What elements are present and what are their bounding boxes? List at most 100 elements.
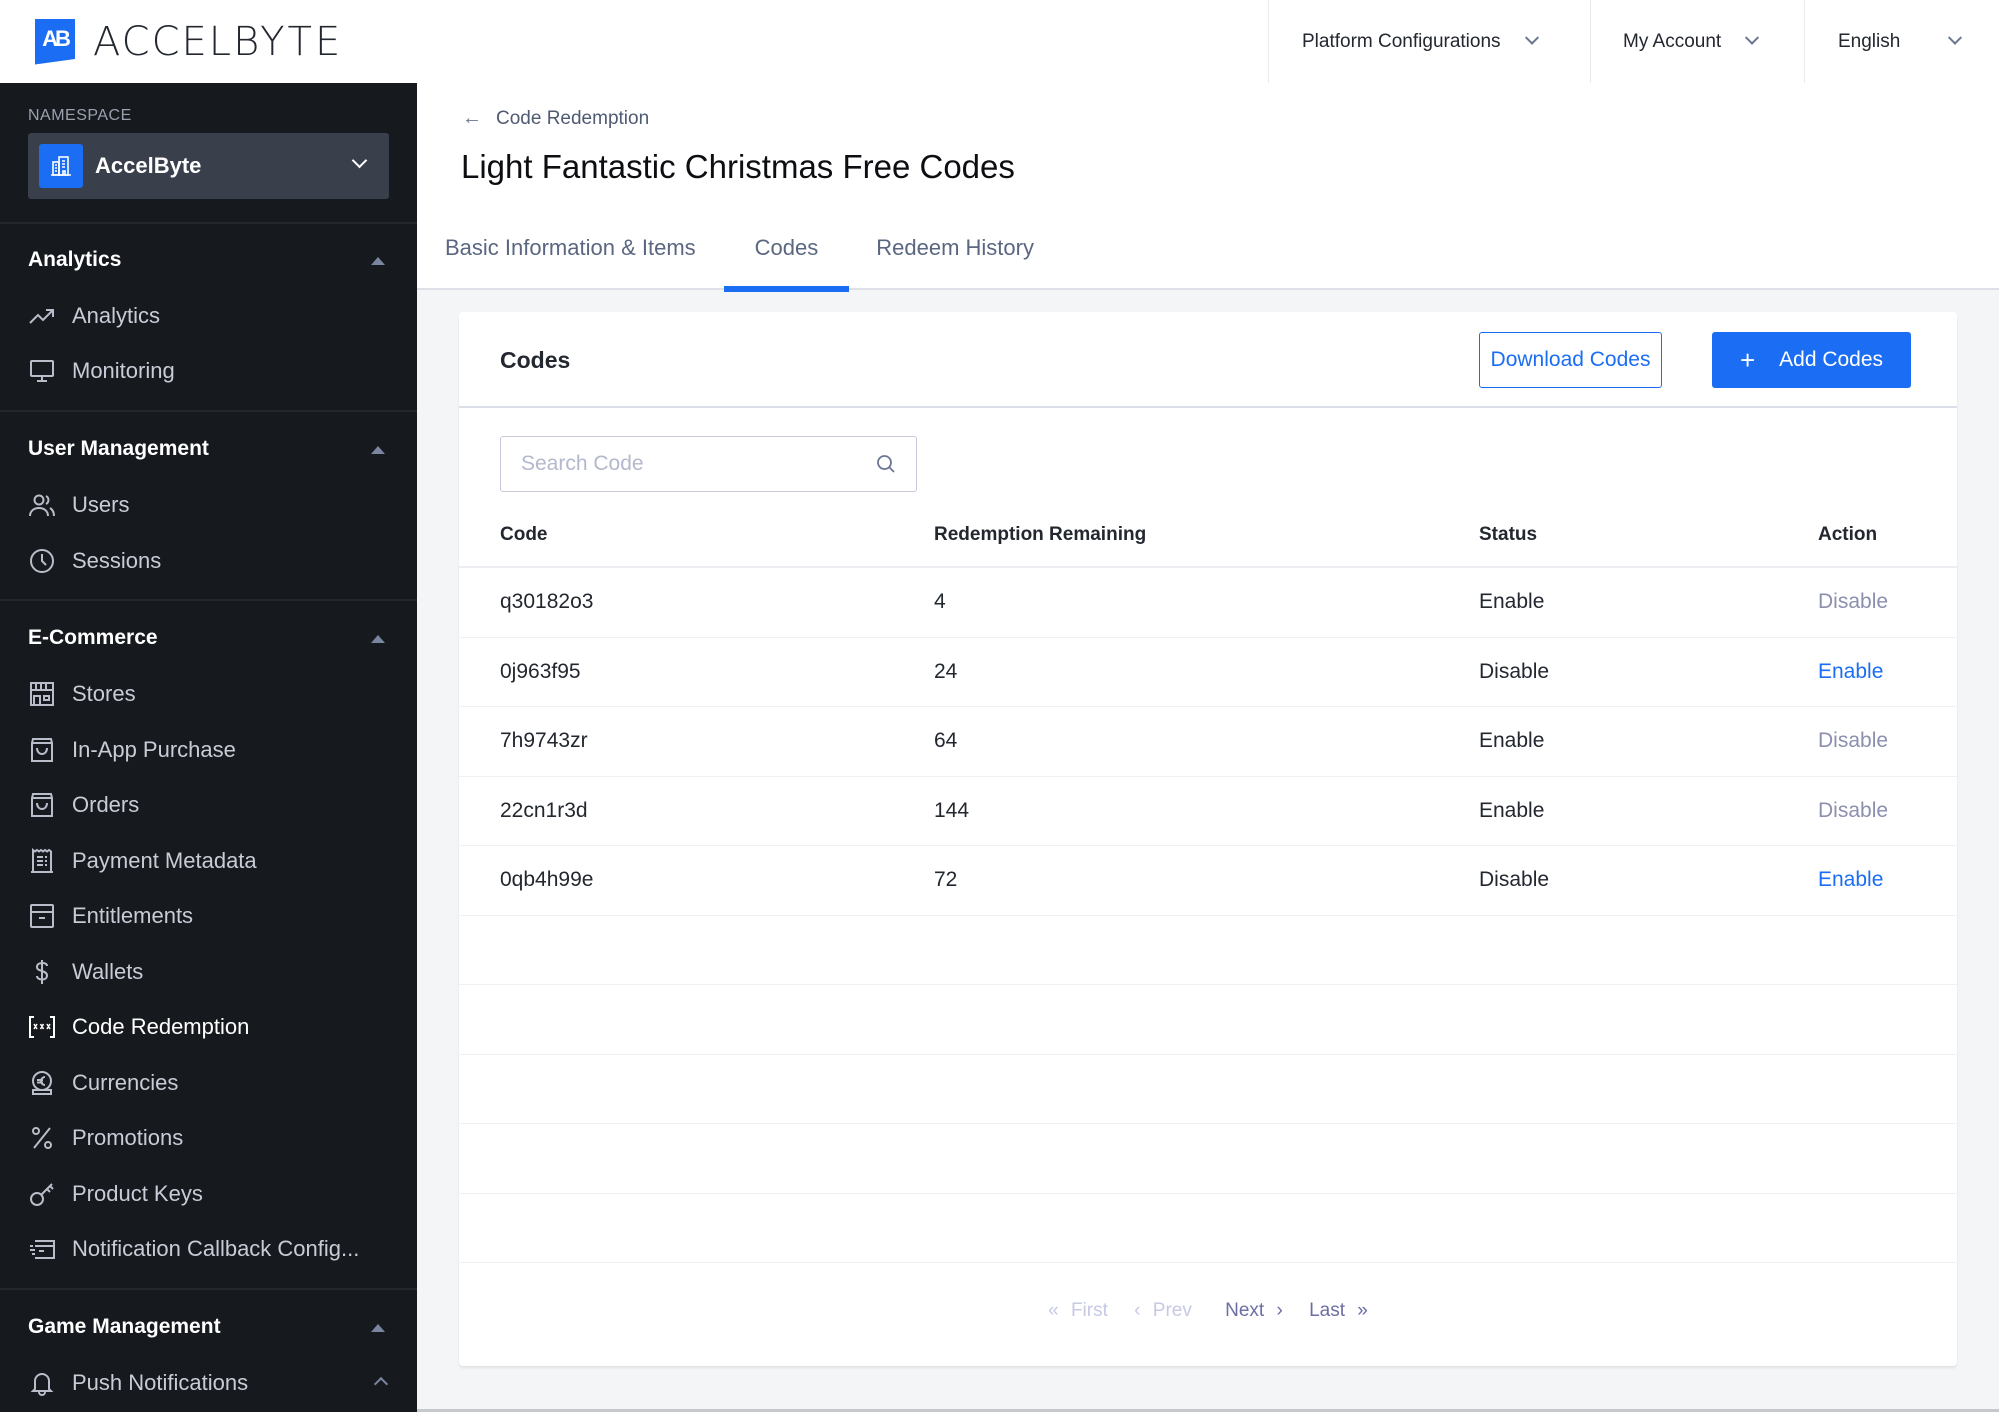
sidebar-divider — [0, 1288, 417, 1290]
sidebar-item-label: Monitoring — [72, 358, 175, 383]
tab-basic-information[interactable]: Basic Information & Items — [445, 223, 724, 290]
key-icon — [28, 1180, 56, 1208]
sidebar-item-wallets[interactable]: Wallets — [28, 952, 398, 992]
sidebar-item-label: Push Notifications — [72, 1370, 249, 1395]
cell-status: Disable — [1479, 868, 1550, 891]
cell-code: 22cn1r3d — [500, 798, 588, 822]
enable-action[interactable]: Enable — [1818, 868, 1883, 892]
namespace-select[interactable]: AccelByte — [28, 133, 389, 199]
store-icon — [28, 680, 56, 708]
cell-status: Enable — [1479, 729, 1545, 752]
plus-icon: + — [1739, 344, 1756, 375]
disable-action[interactable]: Disable — [1818, 799, 1888, 823]
last-page-button[interactable]: Last » — [1302, 1300, 1368, 1321]
sidebar-item-stores[interactable]: Stores — [28, 674, 398, 714]
sidebar-divider — [0, 599, 417, 601]
cell-status: Disable — [1479, 659, 1550, 683]
sidebar-item-sessions[interactable]: Sessions — [28, 541, 398, 581]
cell-remaining: 72 — [934, 868, 958, 891]
tab-codes[interactable]: Codes — [723, 223, 850, 292]
caret-up-icon[interactable] — [371, 446, 385, 454]
platform-configurations-menu[interactable]: Platform Configurations — [1268, 0, 1590, 83]
my-account-menu[interactable]: My Account — [1590, 0, 1804, 83]
card-header: Codes Download Codes + Add Codes — [459, 312, 1957, 408]
bell-icon — [28, 1369, 56, 1397]
cell-code: q30182o3 — [500, 590, 594, 613]
caret-up-icon[interactable] — [371, 1324, 385, 1332]
table-header: Code Redemption Remaining Status Action — [459, 502, 1957, 568]
cell-remaining: 24 — [934, 659, 958, 683]
accelbyte-logo[interactable]: AB ACCELBYTE — [35, 18, 343, 65]
euro-coin-icon — [28, 1069, 56, 1097]
last-label: Last — [1309, 1300, 1346, 1321]
codes-card: Codes Download Codes + Add Codes Code Re… — [459, 312, 1957, 1366]
empty-row — [459, 1124, 1957, 1194]
sidebar-item-label: Orders — [72, 792, 140, 817]
sidebar-item-label: Stores — [72, 681, 136, 706]
table-row: 0qb4h99e 72 Disable Enable — [459, 846, 1957, 916]
breadcrumb-label: Code Redemption — [496, 107, 650, 129]
sidebar-item-label: Promotions — [72, 1125, 184, 1150]
prev-page-button[interactable]: ‹ Prev — [1134, 1300, 1199, 1321]
next-page-button[interactable]: Next › — [1218, 1300, 1283, 1321]
sidebar: NAMESPACE AccelByte Analytics Analytics … — [0, 83, 417, 1412]
caret-up-icon[interactable] — [371, 257, 385, 265]
disable-action[interactable]: Disable — [1818, 729, 1888, 753]
percent-icon — [28, 1124, 56, 1152]
sidebar-item-entitlements[interactable]: Entitlements — [28, 896, 398, 936]
section-game-management[interactable]: Game Management — [28, 1315, 221, 1339]
sidebar-item-product-keys[interactable]: Product Keys — [28, 1174, 398, 1214]
callback-card-icon — [28, 1235, 56, 1263]
chevron-up-icon[interactable] — [373, 1376, 389, 1392]
arrow-left-icon: ← — [462, 107, 482, 129]
first-page-button[interactable]: « First — [1048, 1300, 1115, 1321]
caret-up-icon[interactable] — [371, 635, 385, 643]
sidebar-item-payment-metadata[interactable]: Payment Metadata — [28, 841, 398, 881]
download-codes-button[interactable]: Download Codes — [1479, 332, 1662, 388]
tab-redeem-history[interactable]: Redeem History — [849, 223, 1061, 290]
sidebar-item-users[interactable]: Users — [28, 485, 398, 525]
language-menu[interactable]: English — [1804, 0, 1999, 83]
sidebar-item-promotions[interactable]: Promotions — [28, 1118, 398, 1158]
chevron-down-icon — [1524, 30, 1539, 45]
cell-status: Enable — [1479, 798, 1545, 822]
sidebar-item-label: Analytics — [72, 303, 161, 328]
chevron-down-icon — [1948, 30, 1963, 45]
disable-action[interactable]: Disable — [1818, 590, 1888, 614]
trend-up-icon — [28, 302, 56, 330]
card-title: Codes — [500, 347, 571, 373]
sidebar-item-push-notifications[interactable]: Push Notifications — [28, 1363, 398, 1403]
column-header-redemption-remaining: Redemption Remaining — [934, 524, 1147, 545]
logo-text-accel: ACCEL — [93, 18, 234, 65]
sidebar-item-label: Payment Metadata — [72, 848, 257, 873]
section-user-management[interactable]: User Management — [28, 437, 209, 461]
empty-row — [459, 1194, 1957, 1263]
search-code-input[interactable] — [501, 437, 876, 491]
sidebar-item-analytics[interactable]: Analytics — [28, 296, 398, 336]
cell-remaining: 144 — [934, 798, 970, 822]
search-icon[interactable] — [876, 454, 896, 474]
codes-table: Code Redemption Remaining Status Action … — [459, 502, 1957, 1263]
chevron-down-icon — [351, 152, 368, 169]
sidebar-item-orders[interactable]: Orders — [28, 785, 398, 825]
namespace-value: AccelByte — [95, 153, 202, 178]
clock-icon — [28, 547, 56, 575]
sidebar-item-in-app-purchase[interactable]: In-App Purchase — [28, 730, 398, 770]
cell-remaining: 64 — [934, 729, 958, 752]
sidebar-item-notification-callback-config[interactable]: Notification Callback Config... — [28, 1229, 398, 1269]
logo-text: ACCELBYTE — [93, 19, 343, 65]
top-bar: AB ACCELBYTE Platform Configurations My … — [0, 0, 1999, 83]
breadcrumb[interactable]: ← Code Redemption — [462, 107, 649, 130]
enable-action[interactable]: Enable — [1818, 660, 1883, 684]
prev-label: Prev — [1152, 1300, 1192, 1321]
column-header-code: Code — [500, 524, 548, 545]
add-codes-button[interactable]: + Add Codes — [1712, 332, 1911, 388]
search-code-field — [500, 436, 917, 492]
section-e-commerce[interactable]: E-Commerce — [28, 626, 158, 650]
sidebar-item-code-redemption[interactable]: Code Redemption — [28, 1007, 398, 1047]
section-analytics[interactable]: Analytics — [28, 248, 121, 272]
my-account-label: My Account — [1623, 30, 1722, 52]
table-row: q30182o3 4 Enable Disable — [459, 568, 1957, 638]
sidebar-item-monitoring[interactable]: Monitoring — [28, 351, 398, 391]
sidebar-item-currencies[interactable]: Currencies — [28, 1063, 398, 1103]
